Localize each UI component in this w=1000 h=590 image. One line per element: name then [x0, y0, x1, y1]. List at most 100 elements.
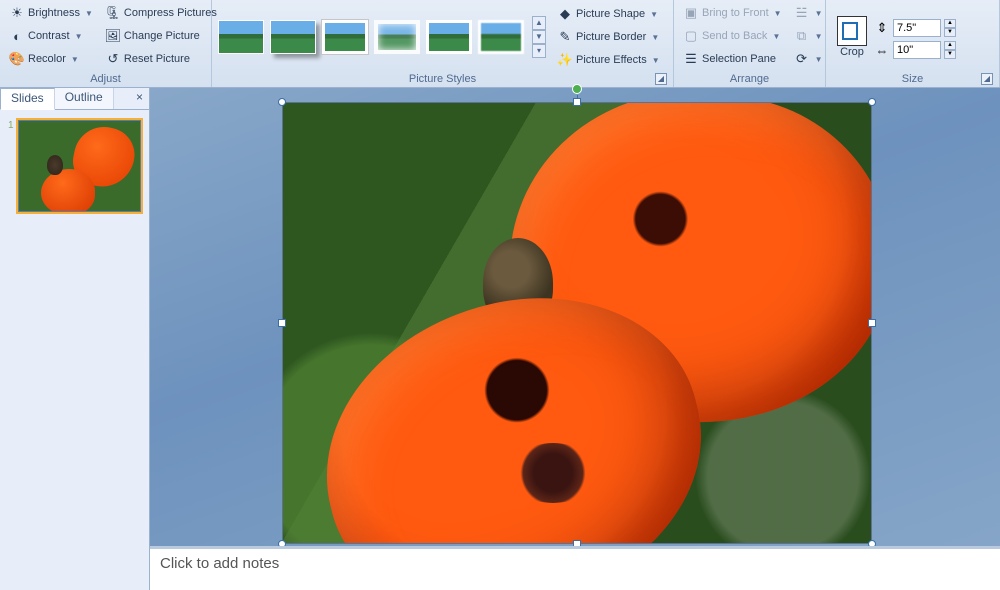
border-icon: ✎: [557, 29, 573, 45]
group-icon: ⧉: [794, 28, 810, 44]
group-size: Crop ⇕ ▲▼ ⇔ ▲▼ Size ◢: [826, 0, 1000, 87]
recolor-label: Recolor: [28, 53, 66, 65]
picture-shape-button[interactable]: ◆ Picture Shape ▼: [552, 3, 665, 25]
styles-dialog-launcher[interactable]: ◢: [655, 73, 667, 85]
crop-button[interactable]: Crop: [830, 13, 874, 61]
style-thumb-6[interactable]: [478, 20, 524, 54]
dropdown-icon: ▼: [815, 32, 823, 41]
width-up[interactable]: ▲: [944, 41, 956, 50]
selected-picture[interactable]: [282, 102, 872, 544]
group-styles-label: Picture Styles: [409, 73, 476, 85]
group-arrange: ▣ Bring to Front ▼ ▢ Send to Back ▼ ☰ Se…: [674, 0, 826, 87]
dropdown-icon: ▼: [774, 9, 782, 18]
crop-icon: [837, 16, 867, 46]
group-size-label: Size: [902, 73, 923, 85]
gallery-down-icon[interactable]: ▼: [532, 30, 546, 44]
width-down[interactable]: ▼: [944, 50, 956, 59]
align-icon: ☱: [794, 5, 810, 21]
change-label: Change Picture: [124, 30, 200, 42]
slide-thumbnail-1[interactable]: 1: [6, 118, 143, 214]
slides-panel: Slides Outline × 1: [0, 88, 150, 590]
brightness-label: Brightness: [28, 7, 80, 19]
group-picture-styles: ▲ ▼ ▾ ◆ Picture Shape ▼ ✎ Picture Border…: [212, 0, 674, 87]
contrast-label: Contrast: [28, 30, 70, 42]
style-thumb-2[interactable]: [270, 20, 316, 54]
dropdown-icon: ▼: [815, 9, 823, 18]
group-adjust-label: Adjust: [4, 72, 207, 87]
slide-thumbnail-image: [18, 120, 141, 212]
group-button[interactable]: ⧉▼: [789, 25, 828, 47]
style-thumb-3[interactable]: [322, 20, 368, 54]
contrast-button[interactable]: ◐ Contrast ▼: [4, 25, 98, 47]
group-adjust: ☀ Brightness ▼ ◐ Contrast ▼ 🎨 Recolor ▼ …: [0, 0, 212, 87]
rotate-icon: ⟳: [794, 51, 810, 67]
send-to-back-button[interactable]: ▢ Send to Back ▼: [678, 25, 787, 47]
crop-label: Crop: [840, 46, 864, 58]
dropdown-icon: ▼: [652, 56, 660, 65]
gallery-scroll: ▲ ▼ ▾: [532, 16, 546, 58]
height-icon: ⇕: [874, 20, 890, 36]
effects-icon: ✨: [557, 52, 573, 68]
dropdown-icon: ▼: [71, 55, 79, 64]
style-thumb-4[interactable]: [374, 20, 420, 54]
recolor-button[interactable]: 🎨 Recolor ▼: [4, 48, 98, 70]
compress-label: Compress Pictures: [124, 7, 217, 19]
resize-handle-nw[interactable]: [278, 98, 286, 106]
compress-pictures-button[interactable]: 🗜 Compress Pictures: [100, 2, 222, 24]
front-icon: ▣: [683, 5, 699, 21]
slide-number: 1: [8, 120, 14, 212]
compress-icon: 🗜: [105, 5, 121, 21]
height-up[interactable]: ▲: [944, 19, 956, 28]
brightness-icon: ☀: [9, 5, 25, 21]
picture-content: [282, 102, 872, 544]
rotate-button[interactable]: ⟳▼: [789, 48, 828, 70]
resize-handle-n[interactable]: [573, 98, 581, 106]
border-label: Picture Border: [576, 31, 646, 43]
effects-label: Picture Effects: [576, 54, 647, 66]
align-button[interactable]: ☱▼: [789, 2, 828, 24]
brightness-button[interactable]: ☀ Brightness ▼: [4, 2, 98, 24]
contrast-icon: ◐: [9, 28, 25, 44]
slide-editor[interactable]: Click to add notes: [150, 88, 1000, 590]
panel-tabs: Slides Outline ×: [0, 88, 149, 110]
panel-close-button[interactable]: ×: [130, 88, 149, 109]
height-field[interactable]: [893, 19, 941, 37]
dropdown-icon: ▼: [651, 33, 659, 42]
dropdown-icon: ▼: [85, 9, 93, 18]
notes-placeholder: Click to add notes: [160, 555, 279, 572]
height-down[interactable]: ▼: [944, 28, 956, 37]
gallery-up-icon[interactable]: ▲: [532, 16, 546, 30]
ribbon: ☀ Brightness ▼ ◐ Contrast ▼ 🎨 Recolor ▼ …: [0, 0, 1000, 88]
shape-icon: ◆: [557, 6, 573, 22]
dropdown-icon: ▼: [815, 55, 823, 64]
picture-effects-button[interactable]: ✨ Picture Effects ▼: [552, 49, 665, 71]
rotate-handle[interactable]: [572, 84, 582, 94]
back-icon: ▢: [683, 28, 699, 44]
bring-to-front-button[interactable]: ▣ Bring to Front ▼: [678, 2, 787, 24]
reset-label: Reset Picture: [124, 53, 190, 65]
dropdown-icon: ▼: [772, 32, 780, 41]
resize-handle-ne[interactable]: [868, 98, 876, 106]
tab-outline[interactable]: Outline: [55, 88, 114, 109]
width-field[interactable]: [893, 41, 941, 59]
change-picture-icon: 🖼: [105, 28, 121, 44]
tab-slides[interactable]: Slides: [0, 88, 55, 110]
size-dialog-launcher[interactable]: ◢: [981, 73, 993, 85]
change-picture-button[interactable]: 🖼 Change Picture: [100, 25, 222, 47]
resize-handle-w[interactable]: [278, 319, 286, 327]
dropdown-icon: ▼: [75, 32, 83, 41]
notes-pane[interactable]: Click to add notes: [150, 546, 1000, 590]
shape-label: Picture Shape: [576, 8, 645, 20]
group-arrange-label: Arrange: [678, 72, 821, 87]
picture-border-button[interactable]: ✎ Picture Border ▼: [552, 26, 665, 48]
selection-pane-icon: ☰: [683, 51, 699, 67]
recolor-icon: 🎨: [9, 51, 25, 67]
back-label: Send to Back: [702, 30, 767, 42]
gallery-more-icon[interactable]: ▾: [532, 44, 546, 58]
reset-picture-button[interactable]: ↺ Reset Picture: [100, 48, 222, 70]
resize-handle-e[interactable]: [868, 319, 876, 327]
style-thumb-5[interactable]: [426, 20, 472, 54]
reset-icon: ↺: [105, 51, 121, 67]
style-thumb-1[interactable]: [218, 20, 264, 54]
selection-pane-button[interactable]: ☰ Selection Pane: [678, 48, 787, 70]
